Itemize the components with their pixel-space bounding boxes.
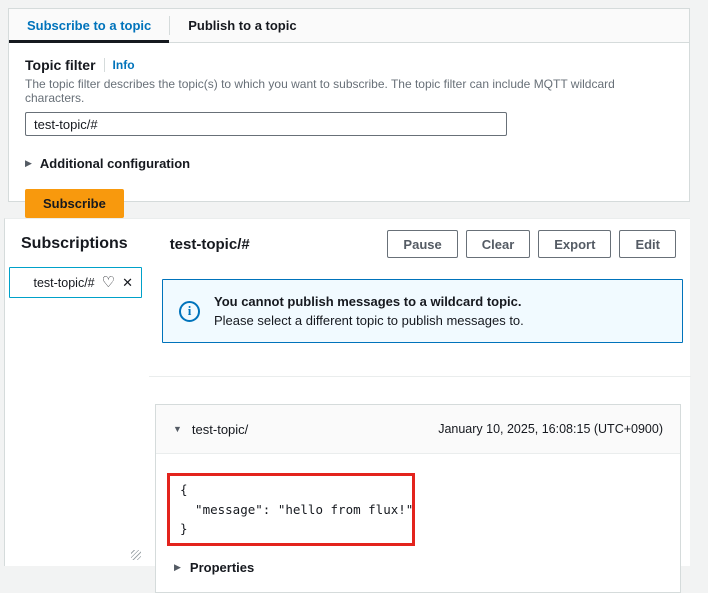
message-payload: { "message": "hello from flux!" } xyxy=(170,480,413,538)
payload-annotation-box: { "message": "hello from flux!" } xyxy=(167,473,415,546)
subscribe-card: Subscribe to a topic Publish to a topic … xyxy=(8,8,690,202)
favorite-heart-icon[interactable]: ♡ xyxy=(102,275,115,290)
properties-expander[interactable]: ▶ Properties xyxy=(174,560,254,575)
subscribe-form: Topic filter Info The topic filter descr… xyxy=(9,43,689,232)
mqtt-test-client-page: Subscribe to a topic Publish to a topic … xyxy=(0,0,708,566)
message-card: ▼ test-topic/ January 10, 2025, 16:08:15… xyxy=(155,404,681,593)
section-divider xyxy=(149,376,691,377)
subscriptions-panel: Subscriptions test-topic/# Pause Clear E… xyxy=(4,218,690,566)
edit-button[interactable]: Edit xyxy=(619,230,676,258)
alert-text: You cannot publish messages to a wildcar… xyxy=(214,292,524,331)
chevron-right-icon: ▶ xyxy=(174,562,181,573)
subscriptions-heading: Subscriptions xyxy=(21,235,128,253)
tab-publish-to-a-topic[interactable]: Publish to a topic xyxy=(170,9,314,42)
clear-button[interactable]: Clear xyxy=(466,230,531,258)
topic-filter-input[interactable] xyxy=(25,112,507,136)
alert-title: You cannot publish messages to a wildcar… xyxy=(214,292,524,312)
subscription-list-item[interactable]: test-topic/# ♡ ✕ xyxy=(9,267,142,298)
export-button[interactable]: Export xyxy=(538,230,611,258)
topic-filter-label: Topic filter xyxy=(25,57,96,73)
message-card-body: { "message": "hello from flux!" } ▶ Prop… xyxy=(156,454,680,592)
tabstrip: Subscribe to a topic Publish to a topic xyxy=(9,9,689,43)
message-topic-expander[interactable]: ▼ test-topic/ xyxy=(173,422,248,437)
tab-publish-label: Publish to a topic xyxy=(188,18,296,33)
label-separator xyxy=(104,58,105,72)
subscription-content: i You cannot publish messages to a wildc… xyxy=(151,259,691,567)
message-topic: test-topic/ xyxy=(192,422,248,437)
close-icon[interactable]: ✕ xyxy=(122,276,133,289)
additional-configuration-label: Additional configuration xyxy=(40,156,190,171)
selected-topic-title: test-topic/# xyxy=(170,236,250,253)
chevron-right-icon: ▶ xyxy=(25,158,32,169)
tab-subscribe-to-a-topic[interactable]: Subscribe to a topic xyxy=(9,9,169,42)
tab-subscribe-label: Subscribe to a topic xyxy=(27,18,151,33)
message-card-header[interactable]: ▼ test-topic/ January 10, 2025, 16:08:15… xyxy=(156,405,680,454)
alert-message: Please select a different topic to publi… xyxy=(214,311,524,331)
subscriptions-toolbar: Pause Clear Export Edit xyxy=(387,230,676,258)
pause-button[interactable]: Pause xyxy=(387,230,457,258)
info-link[interactable]: Info xyxy=(113,58,135,72)
subscription-item-label: test-topic/# xyxy=(34,276,95,290)
topic-filter-description: The topic filter describes the topic(s) … xyxy=(25,77,673,105)
sidebar-resize-handle[interactable] xyxy=(131,550,141,560)
chevron-down-icon: ▼ xyxy=(173,424,182,434)
additional-configuration-expander[interactable]: ▶ Additional configuration xyxy=(25,156,673,171)
subscribe-button[interactable]: Subscribe xyxy=(25,189,124,218)
message-timestamp: January 10, 2025, 16:08:15 (UTC+0900) xyxy=(438,422,663,436)
info-icon: i xyxy=(179,301,200,322)
topic-filter-label-row: Topic filter Info xyxy=(25,57,673,73)
properties-label: Properties xyxy=(190,560,254,575)
wildcard-info-alert: i You cannot publish messages to a wildc… xyxy=(162,279,683,343)
